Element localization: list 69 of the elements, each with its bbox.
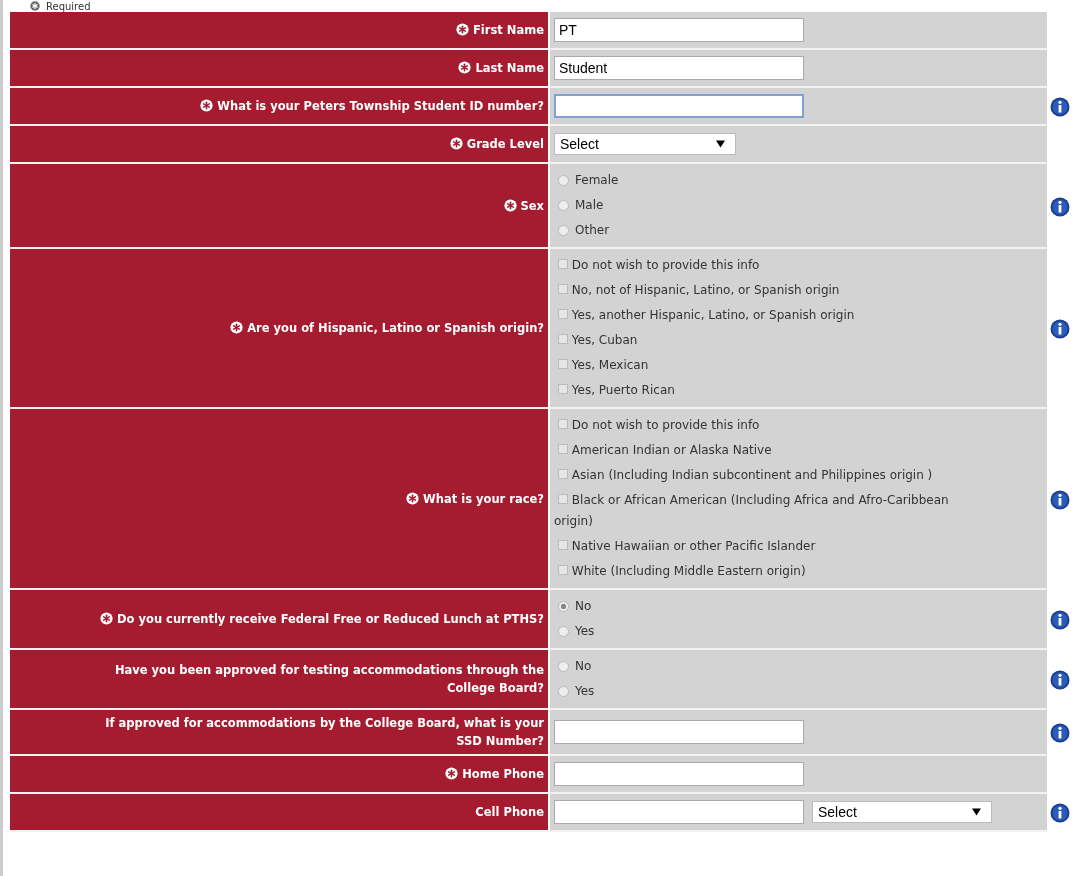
option-label: Other [575, 222, 610, 239]
option-label: White (Including Middle Eastern origin) [554, 559, 974, 584]
option-label: Black or African American (Including Africa and Afro-Caribbean origin) [554, 492, 950, 530]
checkbox[interactable] [558, 359, 568, 369]
option-label: Do not wish to provide this info [554, 253, 974, 278]
radio-button[interactable] [558, 225, 569, 236]
text-field[interactable] [554, 800, 804, 824]
checkbox[interactable] [558, 334, 568, 344]
info-icon[interactable] [1050, 196, 1070, 217]
option-label: No [575, 598, 592, 615]
checkbox[interactable] [558, 444, 568, 454]
checkbox[interactable] [558, 469, 568, 479]
option-label: No [575, 658, 592, 675]
info-icon[interactable] [1050, 670, 1070, 690]
field-label: First Name [473, 23, 544, 37]
option-label: Yes, Cuban [554, 328, 974, 353]
option-label: Yes [575, 623, 595, 640]
info-icon[interactable] [1050, 319, 1070, 339]
option-label: Yes, Mexican [554, 353, 974, 378]
text-field[interactable]: PT [554, 18, 804, 42]
radio-button[interactable] [558, 175, 569, 186]
text-field[interactable] [554, 94, 804, 118]
field-label: Are you of Hispanic, Latino or Spanish origin? [247, 321, 544, 335]
text-field[interactable] [554, 762, 804, 786]
field-label: Last Name [475, 61, 544, 75]
checkbox[interactable] [558, 384, 568, 394]
caret-icon [716, 140, 725, 148]
info-icon[interactable] [1050, 610, 1070, 630]
text-field[interactable] [554, 720, 804, 744]
caret-icon [972, 808, 981, 816]
option-label: Native Hawaiian or other Pacific Islander [554, 534, 974, 559]
checkbox[interactable] [558, 540, 568, 550]
checkbox[interactable] [558, 309, 568, 319]
field-label: What is your race? [423, 491, 544, 506]
text-field[interactable]: Student [554, 56, 804, 80]
option-label: Yes, Puerto Rican [554, 378, 974, 403]
option-label: Yes, another Hispanic, Latino, or Spanish origin [554, 303, 974, 328]
field-label: Cell Phone [475, 805, 544, 819]
option-label: Female [575, 172, 619, 189]
radio-button[interactable] [558, 200, 569, 211]
option-label: No, not of Hispanic, Latino, or Spanish origin [554, 278, 974, 303]
field-label: Grade Level [466, 137, 544, 151]
radio-button[interactable] [558, 626, 569, 637]
field-label: Have you been approved for testing accommodations through the College Board? [114, 663, 544, 695]
checkbox[interactable] [558, 565, 568, 575]
field-label: What is your Peters Township Student ID number? [217, 99, 544, 113]
radio-button[interactable] [558, 661, 569, 672]
field-label: Home Phone [462, 767, 544, 781]
legend-text: Required [46, 0, 91, 12]
option-label: Do not wish to provide this info [554, 413, 974, 438]
info-icon[interactable] [1050, 97, 1070, 117]
option-label: Yes [575, 683, 595, 700]
checkbox[interactable] [558, 419, 568, 429]
field-label: Do you currently receive Federal Free or Reduced Lunch at PTHS? [117, 612, 544, 626]
radio-button[interactable] [558, 686, 569, 697]
radio-button[interactable] [558, 601, 569, 612]
info-icon[interactable] [1050, 723, 1070, 743]
field-label: If approved for accommodations by the College Board, what is your SSD Number? [105, 716, 544, 748]
checkbox[interactable] [558, 494, 568, 504]
checkbox[interactable] [558, 284, 568, 294]
info-icon[interactable] [1050, 489, 1070, 510]
option-label: American Indian or Alaska Native [554, 438, 974, 463]
dropdown[interactable]: Select [812, 801, 992, 823]
option-label: Male [575, 197, 604, 214]
dropdown[interactable]: Select [554, 133, 736, 155]
info-icon[interactable] [1050, 803, 1070, 823]
field-label: Sex [520, 198, 544, 213]
option-label: Asian (Including Indian subcontinent and Philippines origin ) [554, 463, 974, 488]
checkbox[interactable] [558, 259, 568, 269]
